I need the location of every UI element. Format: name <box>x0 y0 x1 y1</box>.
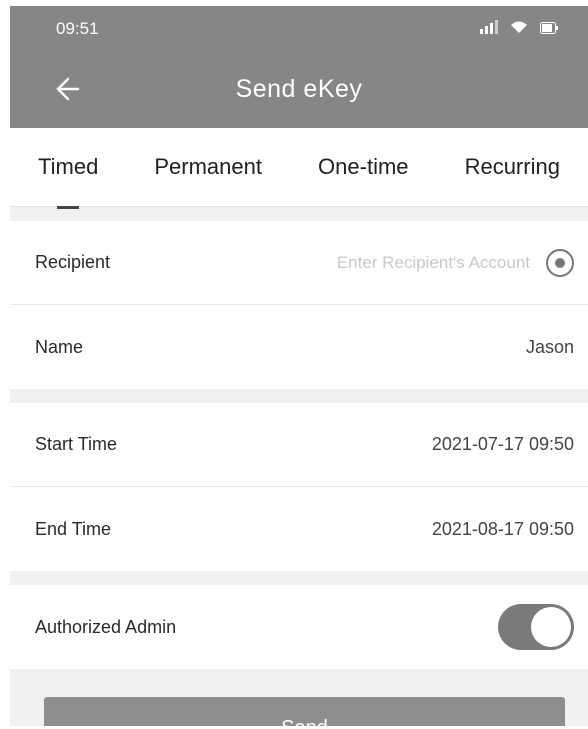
end-time-row[interactable]: End Time 2021-08-17 09:50 <box>10 487 588 571</box>
key-type-tabs: Timed Permanent One-time Recurring <box>10 128 588 207</box>
battery-icon <box>540 19 558 39</box>
send-button[interactable]: Send <box>44 697 565 726</box>
name-row[interactable]: Name Jason <box>10 305 588 389</box>
authorized-admin-label: Authorized Admin <box>35 616 177 637</box>
end-time-label: End Time <box>35 518 112 539</box>
section-divider <box>10 571 588 585</box>
page-title: Send eKey <box>235 75 363 103</box>
section-divider <box>10 207 588 221</box>
name-label: Name <box>35 336 84 357</box>
back-arrow-icon[interactable] <box>46 69 86 109</box>
contact-icon[interactable] <box>546 248 574 277</box>
tab-timed[interactable]: Timed <box>38 140 98 194</box>
start-time-label: Start Time <box>35 434 118 454</box>
recipient-input-group <box>266 248 574 277</box>
signal-icon <box>480 19 498 39</box>
name-value: Jason <box>525 336 574 357</box>
recipient-input[interactable] <box>266 251 532 274</box>
phone-screen: 09:51 Send eKey Timed Permanent One-time… <box>10 6 588 726</box>
status-time: 09:51 <box>56 18 99 38</box>
admin-section: Authorized Admin <box>10 585 588 669</box>
recipient-section: Recipient Name Jason <box>10 221 588 389</box>
nav-bar: Send eKey <box>10 51 588 128</box>
section-divider <box>10 389 588 403</box>
authorized-admin-toggle[interactable] <box>498 604 574 650</box>
tab-one-time[interactable]: One-time <box>318 140 408 194</box>
start-time-value: 2021-07-17 09:50 <box>431 434 574 454</box>
toggle-knob <box>531 607 571 647</box>
send-area: Send <box>10 669 588 726</box>
wifi-icon <box>510 19 528 39</box>
end-time-value: 2021-08-17 09:50 <box>431 518 574 539</box>
recipient-row: Recipient <box>10 221 588 305</box>
authorized-admin-row: Authorized Admin <box>10 585 588 669</box>
tab-permanent[interactable]: Permanent <box>154 140 262 194</box>
time-section: Start Time 2021-07-17 09:50 End Time 202… <box>10 403 588 571</box>
recipient-label: Recipient <box>35 252 111 272</box>
start-time-row[interactable]: Start Time 2021-07-17 09:50 <box>10 403 588 487</box>
tab-recurring[interactable]: Recurring <box>465 140 560 194</box>
status-icons <box>480 19 558 39</box>
status-bar: 09:51 <box>10 6 588 51</box>
